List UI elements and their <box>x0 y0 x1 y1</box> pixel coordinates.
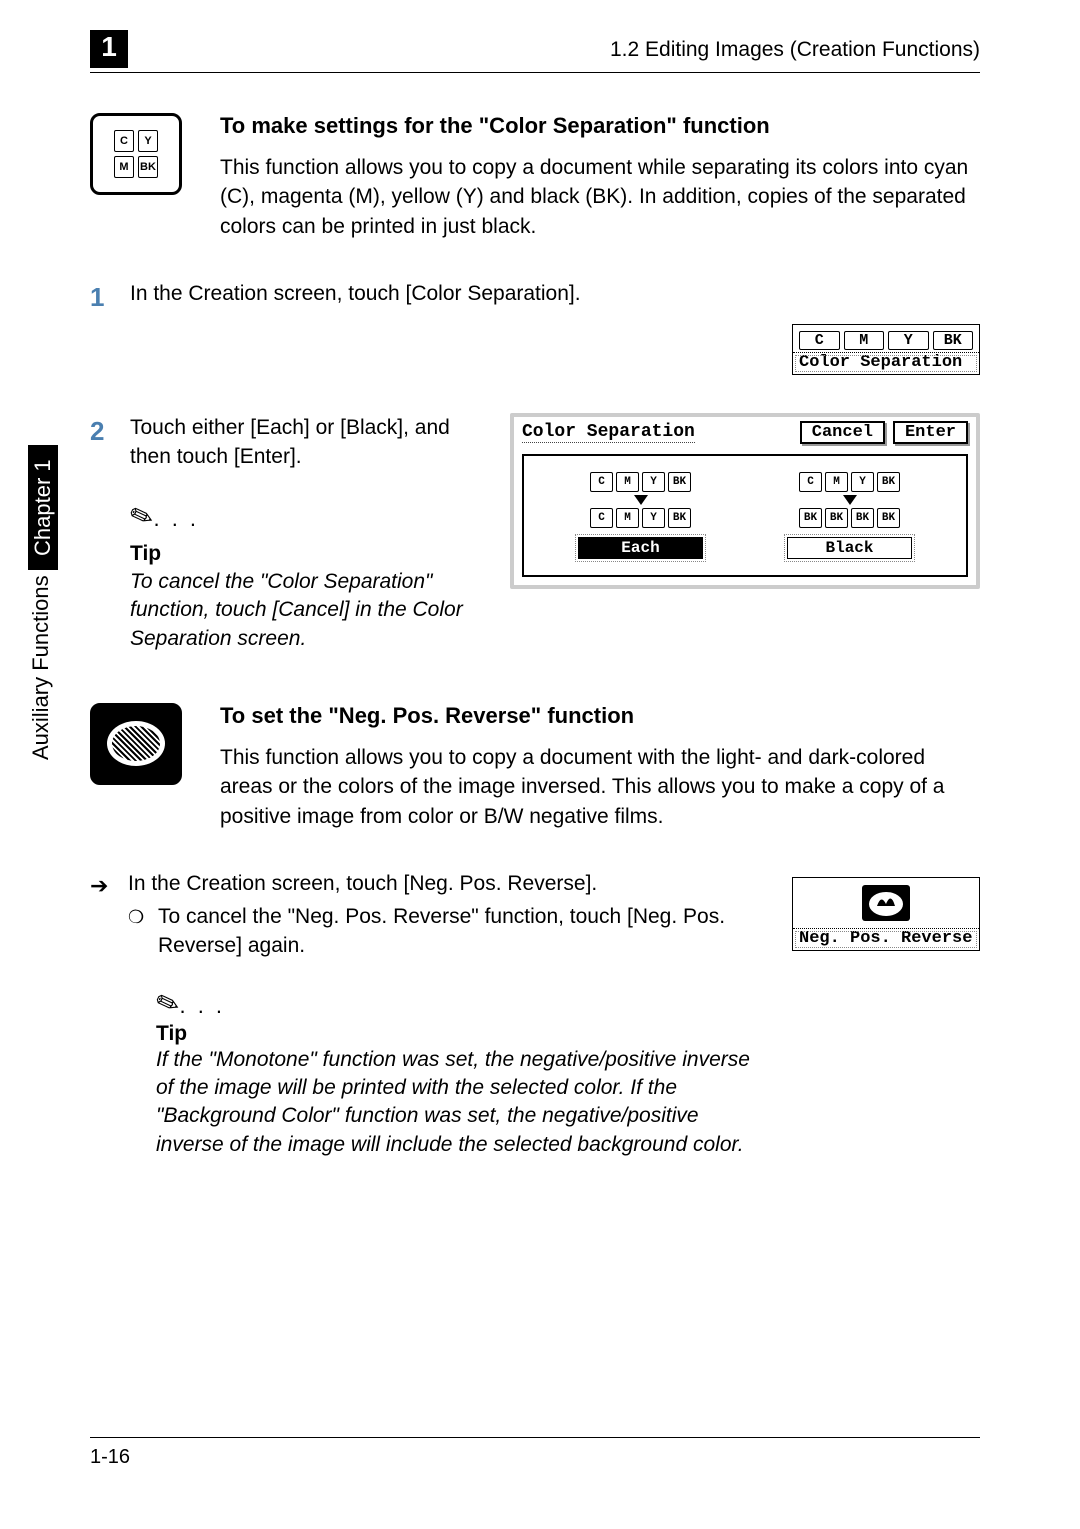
panel-cell: BK <box>877 508 900 528</box>
panel-cell: Y <box>642 508 665 528</box>
step2-text: Touch either [Each] or [Black], and then… <box>130 413 488 472</box>
icon-cell-c: C <box>114 130 134 152</box>
circle-bullet-icon: ❍ <box>128 902 144 930</box>
panel-cell: C <box>590 472 613 492</box>
step-number: 2 <box>90 413 112 449</box>
panel-cell: M <box>616 472 639 492</box>
panel-cell: BK <box>877 472 900 492</box>
black-option-label[interactable]: Black <box>787 537 912 559</box>
panel-title: Color Separation <box>522 422 695 443</box>
step1-text: In the Creation screen, touch [Color Sep… <box>130 279 581 308</box>
side-chapter-label: Chapter 1 <box>28 445 58 570</box>
illus-label: Color Separation <box>793 352 979 374</box>
sub-bullet-text: To cancel the "Neg. Pos. Reverse" functi… <box>158 902 772 961</box>
page-header: 1 1.2 Editing Images (Creation Functions… <box>90 30 980 73</box>
illus-label: Neg. Pos. Reverse <box>793 928 979 950</box>
option-black[interactable]: C M Y BK BK BK BK BK Black <box>787 472 912 559</box>
section-neg-pos-reverse: To set the "Neg. Pos. Reverse" function … <box>90 703 980 831</box>
panel-cell: BK <box>668 472 691 492</box>
breadcrumb: 1.2 Editing Images (Creation Functions) <box>610 38 980 62</box>
tip-dots <box>153 508 199 531</box>
panel-cell: BK <box>851 508 874 528</box>
side-functions-label: Auxiliary Functions <box>28 575 54 760</box>
panel-cell: C <box>799 472 822 492</box>
tip-heading: Tip <box>130 539 488 568</box>
section1-para: This function allows you to copy a docum… <box>220 153 980 241</box>
panel-cell: BK <box>825 508 848 528</box>
plant-reverse-icon <box>793 878 979 928</box>
color-separation-small-illus: C M Y BK Color Separation <box>792 324 980 375</box>
tip-dots <box>179 1000 225 1017</box>
option-each[interactable]: C M Y BK C M Y BK Each <box>578 472 703 559</box>
section1-heading: To make settings for the "Color Separati… <box>220 113 980 139</box>
tip-text: If the "Monotone" function was set, the … <box>156 1046 772 1159</box>
color-separation-icon: C Y M BK <box>90 113 182 195</box>
chapter-number-tab: 1 <box>90 30 128 68</box>
panel-cell: BK <box>799 508 822 528</box>
panel-cell: BK <box>668 508 691 528</box>
illus-cell: Y <box>888 331 929 350</box>
tip-text: To cancel the "Color Separation" functio… <box>130 568 488 653</box>
bullet-text: In the Creation screen, touch [Neg. Pos.… <box>128 869 597 898</box>
illus-cell: M <box>844 331 885 350</box>
illus-cell: C <box>799 331 840 350</box>
panel-cell: M <box>825 472 848 492</box>
icon-cell-y: Y <box>138 130 158 152</box>
panel-cell: Y <box>642 472 665 492</box>
enter-button[interactable]: Enter <box>893 421 968 444</box>
cancel-button[interactable]: Cancel <box>800 421 885 444</box>
panel-cell: M <box>616 508 639 528</box>
tip-heading: Tip <box>156 1022 772 1046</box>
each-option-label[interactable]: Each <box>578 537 703 559</box>
arrow-right-icon: ➔ <box>90 869 112 902</box>
neg-pos-small-illus: Neg. Pos. Reverse <box>792 877 980 951</box>
panel-cell: C <box>590 508 613 528</box>
section2-para: This function allows you to copy a docum… <box>220 743 980 831</box>
illus-cell: BK <box>933 331 974 350</box>
step-number: 1 <box>90 279 112 315</box>
color-separation-panel: Color Separation Cancel Enter C M Y BK <box>510 413 980 589</box>
section2-heading: To set the "Neg. Pos. Reverse" function <box>220 703 980 729</box>
icon-cell-m: M <box>114 156 134 178</box>
icon-cell-bk: BK <box>138 156 158 178</box>
section-color-separation: C Y M BK To make settings for the "Color… <box>90 113 980 241</box>
neg-pos-reverse-icon <box>90 703 182 785</box>
pencil-icon: ✎ <box>124 495 159 540</box>
down-arrow-icon <box>843 495 857 505</box>
panel-cell: Y <box>851 472 874 492</box>
page-footer: 1-16 <box>90 1437 980 1469</box>
page-number: 1-16 <box>90 1446 130 1468</box>
down-arrow-icon <box>634 495 648 505</box>
